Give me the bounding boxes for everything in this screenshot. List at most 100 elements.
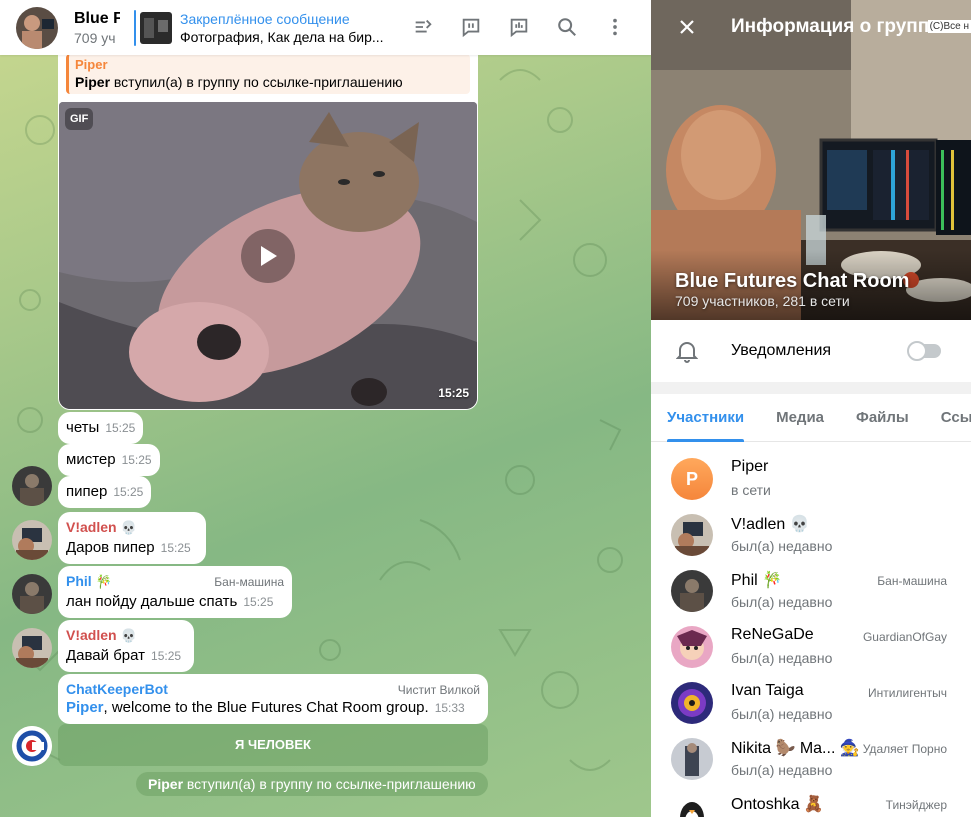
pinned-indicator [134, 9, 136, 46]
tab-links[interactable]: Ссы [925, 394, 971, 441]
chat-area: Blue F 709 уч Закреплённое сообщение Фот… [0, 0, 651, 817]
tab-media[interactable]: Медиа [760, 394, 840, 441]
gif-time: 15:25 [438, 386, 469, 400]
play-button[interactable] [241, 229, 295, 283]
quoted-name: Piper [75, 74, 111, 90]
tab-files[interactable]: Файлы [840, 394, 925, 441]
message-text: Давай брат [66, 647, 146, 664]
pinned-body: Фотография, Как дела на бир... [180, 28, 384, 45]
member-item[interactable]: P Piper в сети [651, 452, 971, 508]
quoted-sender: Piper [75, 57, 108, 72]
pinned-message[interactable]: Закреплённое сообщение Фотография, Как д… [134, 7, 390, 49]
message-time: 15:33 [434, 701, 465, 715]
message-time: 15:25 [160, 541, 191, 555]
message-time: 15:25 [113, 485, 144, 499]
gif-badge: GIF [65, 108, 94, 130]
message-bubble[interactable]: V!adlen 💀 Давай брат 15:25 [58, 620, 194, 672]
message-time: 15:25 [105, 421, 136, 435]
notifications-toggle[interactable] [907, 341, 941, 361]
member-item[interactable]: V!adlen 💀 был(а) недавно [651, 508, 971, 564]
sender-emoji: 💀 [120, 629, 137, 644]
sender-emoji: 🎋 [95, 575, 112, 590]
service-text: вступил(а) в группу по ссылке-приглашени… [183, 776, 476, 792]
message-bubble[interactable]: пипер 15:25 [58, 476, 152, 508]
bot-inline-button[interactable]: Я ЧЕЛОВЕК [58, 724, 488, 766]
message-text: , welcome to the Blue Futures Chat Room … [103, 699, 429, 716]
user-avatar[interactable] [12, 574, 52, 614]
sender-role: Чистит Вилкой [397, 683, 480, 697]
member-name: Nikita 🦫 Ma... 🧙 [731, 740, 860, 757]
member-name: Ivan Taiga [731, 682, 804, 699]
sender-role: Бан-машина [214, 575, 284, 589]
message-text: мистер [66, 451, 116, 468]
member-role: Интилигентыч [868, 686, 947, 700]
quoted-text: вступил(а) в группу по ссылке-приглашени… [110, 74, 403, 90]
panel-title: Информация о группе [731, 16, 940, 37]
search-icon[interactable] [555, 15, 579, 39]
member-avatar: P [671, 458, 713, 500]
message-sender[interactable]: V!adlen [66, 519, 117, 535]
member-status: был(а) недавно [731, 594, 833, 610]
message-text: лан пойду дальше спать [66, 593, 238, 610]
member-name: Ontoshka 🧸 [731, 796, 824, 813]
bot-avatar[interactable] [12, 726, 52, 766]
gif-message[interactable]: Piper Piper вступил(а) в группу по ссылк… [58, 40, 478, 410]
member-avatar [671, 570, 713, 612]
member-item[interactable]: Nikita 🦫 Ma... 🧙 был(а) недавно Удаляет … [651, 732, 971, 788]
tab-members[interactable]: Участники [651, 394, 760, 442]
group-avatar[interactable] [16, 6, 58, 49]
pinned-thumbnail [140, 11, 172, 44]
message-time: 15:25 [243, 595, 274, 609]
message-sender[interactable]: Phil [66, 573, 92, 589]
pinned-list-icon[interactable] [411, 15, 435, 39]
service-name[interactable]: Piper [148, 776, 183, 792]
member-status: в сети [731, 482, 771, 498]
member-name: V!adlen 💀 [731, 516, 810, 533]
user-avatar[interactable] [12, 628, 52, 668]
member-avatar [671, 626, 713, 668]
member-item[interactable]: Ontoshka 🧸 Тинэйджер [651, 788, 971, 817]
section-divider [651, 382, 971, 394]
chat-title-block[interactable]: Blue F 709 уч [74, 9, 120, 47]
member-name: Piper [731, 458, 769, 475]
play-icon [261, 246, 277, 266]
poll-icon[interactable] [507, 15, 531, 39]
member-avatar [671, 514, 713, 556]
video-chat-icon[interactable] [459, 15, 483, 39]
message-bubble[interactable]: четы 15:25 [58, 412, 144, 444]
message-text: Даров пипер [66, 539, 155, 556]
member-item[interactable]: Ivan Taiga был(а) недавно Интилигентыч [651, 676, 971, 732]
notifications-row[interactable]: Уведомления [651, 320, 971, 382]
member-role: Удаляет Порно [862, 742, 947, 756]
sender-emoji: 💀 [120, 521, 137, 536]
member-name: Phil 🎋 [731, 572, 783, 589]
mention-link[interactable]: Piper [66, 699, 104, 716]
message-sender[interactable]: V!adlen [66, 627, 117, 643]
user-avatar[interactable] [12, 520, 52, 560]
gif-media[interactable]: GIF 15:25 [59, 102, 477, 409]
member-status: был(а) недавно [731, 538, 833, 554]
panel-tabs: Участники Медиа Файлы Ссы [651, 394, 971, 442]
member-avatar [671, 682, 713, 724]
bell-icon [675, 339, 699, 363]
member-item[interactable]: Phil 🎋 был(а) недавно Бан-машина [651, 564, 971, 620]
message-bubble[interactable]: Phil 🎋 Бан-машина лан пойду дальше спать… [58, 566, 292, 618]
group-name: Blue Futures Chat Room [675, 270, 910, 292]
member-item[interactable]: ReNeGaDe был(а) недавно GuardianOfGay [651, 620, 971, 676]
member-status: был(а) недавно [731, 706, 833, 722]
message-bubble[interactable]: ChatKeeperBot Чистит Вилкой Piper, welco… [58, 674, 488, 724]
member-name: ReNeGaDe [731, 626, 814, 643]
member-role: Бан-машина [877, 574, 947, 588]
message-bubble[interactable]: мистер 15:25 [58, 444, 160, 476]
group-info-panel: Информация о группе (C)Все н Blue Future… [651, 0, 971, 817]
chat-header[interactable]: Blue F 709 уч Закреплённое сообщение Фот… [0, 0, 651, 55]
quoted-service-message[interactable]: Piper Piper вступил(а) в группу по ссылк… [66, 54, 470, 94]
more-menu-icon[interactable] [603, 15, 627, 39]
member-role: Тинэйджер [885, 798, 947, 812]
message-bubble[interactable]: V!adlen 💀 Даров пипер 15:25 [58, 512, 206, 564]
user-avatar[interactable] [12, 466, 52, 506]
chat-subtitle: 709 уч [74, 29, 116, 46]
message-text: четы [66, 419, 100, 436]
group-stats: 709 участников, 281 в сети [675, 293, 850, 309]
close-icon[interactable] [675, 15, 699, 39]
